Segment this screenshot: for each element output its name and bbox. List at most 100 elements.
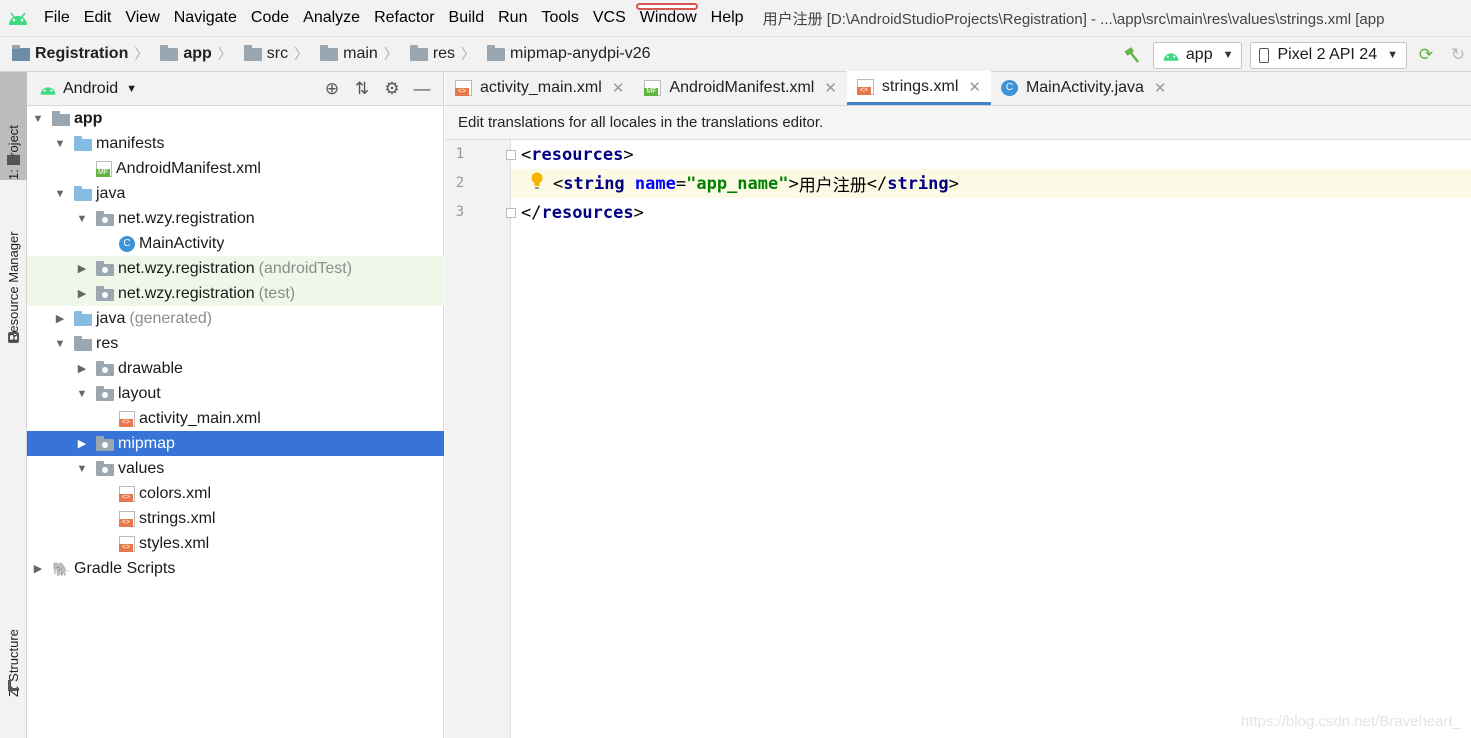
tree-item-java-generated[interactable]: ▶ java (generated)	[27, 306, 444, 331]
tree-item-label: layout	[118, 384, 161, 402]
collapse-all-icon[interactable]: ⇅	[347, 79, 377, 99]
structure-icon	[8, 680, 19, 691]
tab-strings-xml[interactable]: strings.xml ✕	[846, 71, 991, 105]
expand-arrow-icon[interactable]: ▼	[31, 113, 45, 125]
tree-item-styles-xml[interactable]: styles.xml	[27, 531, 444, 556]
tree-item-drawable[interactable]: ▶ drawable	[27, 356, 444, 381]
close-icon[interactable]: ✕	[824, 79, 837, 97]
breadcrumb-mipmap[interactable]: mipmap-anydpi-v26	[475, 44, 651, 63]
expand-arrow-icon[interactable]: ▼	[53, 188, 67, 200]
menu-window[interactable]: Window	[633, 9, 704, 27]
breadcrumb-main[interactable]: main 〉	[308, 44, 398, 64]
tree-item-package-main[interactable]: ▼ net.wzy.registration	[27, 206, 444, 231]
menu-bar: File Edit View Navigate Code Analyze Ref…	[0, 0, 1471, 36]
editor-tabs: activity_main.xml ✕ AndroidManifest.xml …	[445, 71, 1471, 106]
menu-help[interactable]: Help	[704, 9, 751, 27]
expand-arrow-icon[interactable]: ▼	[75, 213, 89, 225]
tree-item-app[interactable]: ▼ app	[27, 106, 444, 131]
code-token-text: 用户注册	[798, 176, 867, 196]
tree-item-package-androidtest[interactable]: ▶ net.wzy.registration (androidTest)	[27, 256, 444, 281]
code-token-value: "app_name"	[686, 173, 789, 194]
folder-icon	[74, 135, 92, 151]
toolbar-right: app ▼ Pixel 2 API 24 ▼ ⟳ ↻	[1113, 37, 1471, 73]
menu-code[interactable]: Code	[244, 9, 296, 27]
intention-bulb-icon[interactable]	[531, 172, 543, 190]
menu-navigate[interactable]: Navigate	[167, 9, 244, 27]
translations-editor-banner[interactable]: Edit translations for all locales in the…	[445, 106, 1471, 140]
apply-changes-icon[interactable]: ⟳	[1413, 42, 1439, 68]
folder-icon	[96, 435, 114, 451]
breadcrumb-separator-icon: 〉	[383, 46, 398, 62]
tree-item-java[interactable]: ▼ java	[27, 181, 444, 206]
build-hammer-icon[interactable]	[1119, 42, 1145, 68]
tree-item-qualifier: (test)	[258, 284, 296, 302]
breadcrumb-src[interactable]: src 〉	[232, 44, 308, 64]
close-icon[interactable]: ✕	[1154, 79, 1167, 97]
expand-arrow-icon[interactable]: ▼	[75, 388, 89, 400]
menu-refactor[interactable]: Refactor	[367, 9, 441, 27]
breadcrumb-module[interactable]: app 〉	[148, 44, 232, 64]
folder-icon	[487, 44, 506, 61]
gear-icon[interactable]: ⚙	[377, 79, 407, 99]
tree-item-strings-xml[interactable]: strings.xml	[27, 506, 444, 531]
tab-androidmanifest-xml[interactable]: AndroidManifest.xml ✕	[634, 71, 847, 105]
banner-text: Edit translations for all locales in the…	[458, 114, 824, 131]
resource-folder-icon	[74, 335, 92, 351]
expand-arrow-icon[interactable]: ▶	[31, 562, 45, 575]
gradle-elephant-icon: 🐘	[52, 560, 70, 577]
android-icon	[1163, 53, 1179, 61]
expand-arrow-icon[interactable]: ▶	[75, 437, 89, 450]
menu-tools[interactable]: Tools	[534, 9, 585, 27]
breadcrumb-separator-icon: 〉	[461, 46, 476, 62]
code-token: <	[521, 144, 532, 165]
tree-item-mipmap[interactable]: ▶ mipmap	[27, 431, 444, 456]
code-editor[interactable]: < resources > < string name = "app_name" > 用户注册…	[511, 140, 1471, 738]
expand-arrow-icon[interactable]: ▼	[75, 463, 89, 475]
window-title: 用户注册 [D:\AndroidStudioProjects\Registrat…	[762, 10, 1385, 28]
resource-manager-tab[interactable]: Resource Manager	[0, 202, 27, 342]
apply-code-changes-icon[interactable]: ↻	[1445, 42, 1471, 68]
close-icon[interactable]: ✕	[612, 79, 625, 97]
menu-analyze[interactable]: Analyze	[296, 9, 367, 27]
device-select[interactable]: Pixel 2 API 24 ▼	[1250, 41, 1407, 69]
menu-view[interactable]: View	[118, 9, 166, 27]
locate-file-icon[interactable]: ⊕	[317, 79, 347, 99]
breadcrumb-res[interactable]: res 〉	[398, 44, 475, 64]
close-icon[interactable]: ✕	[968, 78, 981, 96]
hide-panel-icon[interactable]: —	[407, 79, 437, 99]
menu-edit[interactable]: Edit	[77, 9, 119, 27]
tree-item-manifests[interactable]: ▼ manifests	[27, 131, 444, 156]
tab-activity-main-xml[interactable]: activity_main.xml ✕	[445, 71, 634, 105]
tree-item-mainactivity[interactable]: C MainActivity	[27, 231, 444, 256]
tree-item-label: drawable	[118, 359, 183, 377]
tree-item-res[interactable]: ▼ res	[27, 331, 444, 356]
chevron-down-icon: ▼	[1387, 49, 1398, 61]
tree-item-activity-main-xml[interactable]: activity_main.xml	[27, 406, 444, 431]
tree-item-package-test[interactable]: ▶ net.wzy.registration (test)	[27, 281, 444, 306]
run-config-select[interactable]: app ▼	[1152, 41, 1243, 69]
expand-arrow-icon[interactable]: ▼	[53, 138, 67, 150]
android-icon	[40, 86, 56, 95]
expand-arrow-icon[interactable]: ▼	[53, 338, 67, 350]
expand-arrow-icon[interactable]: ▶	[75, 287, 89, 300]
expand-arrow-icon[interactable]: ▶	[75, 362, 89, 375]
tree-item-colors-xml[interactable]: colors.xml	[27, 481, 444, 506]
menu-file[interactable]: File	[36, 9, 77, 27]
tree-item-layout[interactable]: ▼ layout	[27, 381, 444, 406]
tree-item-label: strings.xml	[139, 509, 216, 527]
menu-run[interactable]: Run	[491, 9, 534, 27]
tree-item-gradle-scripts[interactable]: ▶ 🐘 Gradle Scripts	[27, 556, 444, 581]
code-token: <	[553, 173, 564, 194]
expand-arrow-icon[interactable]: ▶	[75, 262, 89, 275]
chevron-down-icon[interactable]: ▼	[126, 83, 137, 95]
menu-build[interactable]: Build	[442, 9, 492, 27]
code-token: =	[675, 173, 687, 194]
expand-arrow-icon[interactable]: ▶	[53, 312, 67, 325]
code-token: </	[866, 173, 888, 194]
tree-item-androidmanifest[interactable]: AndroidManifest.xml	[27, 156, 444, 181]
menu-vcs[interactable]: VCS	[586, 9, 633, 27]
project-view-mode-select[interactable]: Android	[63, 80, 118, 98]
tree-item-values[interactable]: ▼ values	[27, 456, 444, 481]
breadcrumb-project[interactable]: Registration 〉	[0, 44, 148, 64]
tab-mainactivity-java[interactable]: C MainActivity.java ✕	[991, 71, 1177, 105]
